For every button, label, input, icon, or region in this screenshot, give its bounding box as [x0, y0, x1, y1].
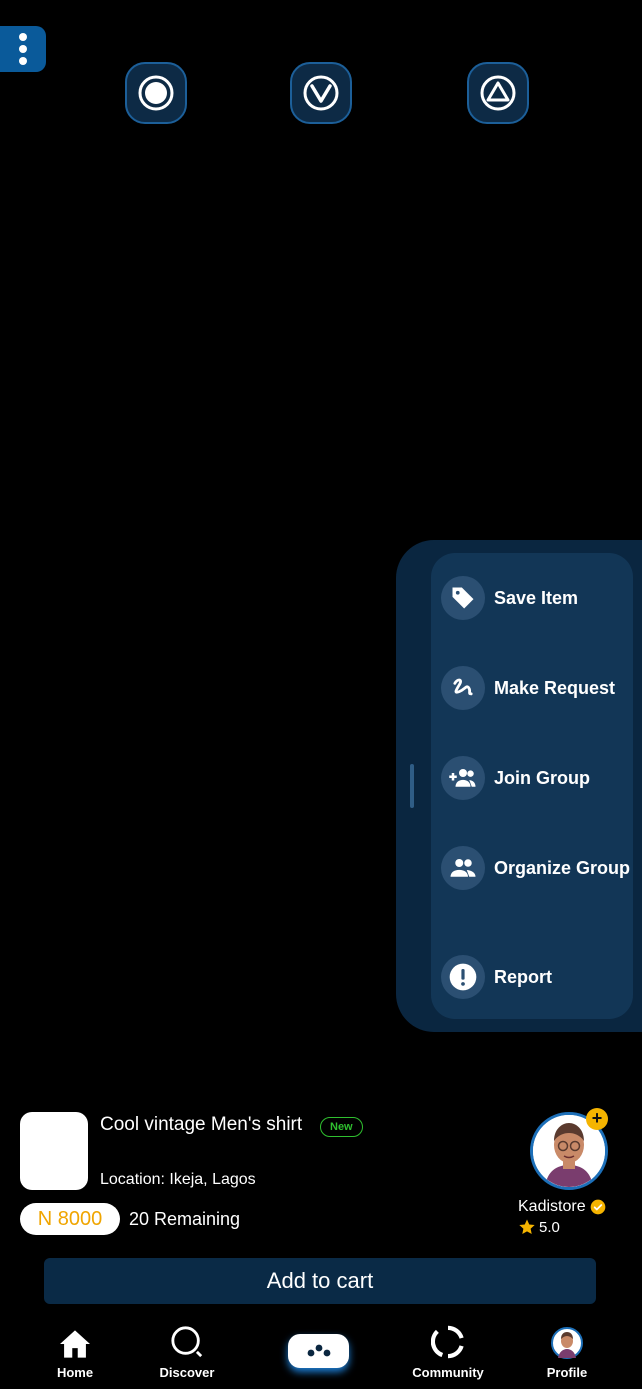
more-vertical-icon: [19, 33, 27, 65]
seller-name-row[interactable]: Kadistore: [518, 1198, 606, 1216]
rating-value: 5.0: [539, 1218, 560, 1236]
add-to-cart-button[interactable]: Add to cart: [44, 1258, 596, 1304]
make-request-label: Make Request: [494, 677, 616, 698]
record-icon: [138, 75, 174, 111]
nav-profile[interactable]: Profile: [512, 1319, 622, 1389]
nav-home[interactable]: Home: [20, 1319, 130, 1389]
product-location: Location: Ikeja, Lagos: [100, 1171, 256, 1188]
center-game-button[interactable]: [288, 1334, 349, 1368]
product-title: Cool vintage Men's shirt: [100, 1114, 303, 1135]
group-add-icon: [441, 756, 485, 800]
follow-plus-button[interactable]: +: [586, 1108, 608, 1130]
group-icon: [441, 846, 485, 890]
save-item-action[interactable]: Save Item: [441, 575, 578, 621]
organize-group-action[interactable]: Organize Group: [441, 845, 630, 891]
tag-icon: [441, 576, 485, 620]
organize-group-label: Organize Group: [494, 857, 631, 878]
alert-icon: [441, 955, 485, 999]
report-label: Report: [494, 966, 552, 987]
join-group-label: Join Group: [494, 767, 590, 788]
price-pill: N 8000: [20, 1203, 120, 1235]
verified-icon: [590, 1199, 605, 1215]
home-icon: [58, 1319, 92, 1359]
chevron-v-icon: [303, 75, 339, 111]
record-button[interactable]: [125, 62, 187, 124]
nav-discover[interactable]: Discover: [132, 1319, 242, 1389]
nav-community[interactable]: Community: [393, 1319, 503, 1389]
make-request-action[interactable]: Make Request: [441, 665, 615, 711]
triangle-icon: [480, 75, 516, 111]
save-item-label: Save Item: [494, 587, 579, 608]
search-icon: [170, 1319, 204, 1359]
product-thumbnail[interactable]: [20, 1112, 88, 1190]
join-group-action[interactable]: Join Group: [441, 755, 590, 801]
triangle-button[interactable]: [467, 62, 529, 124]
gamepad-icon: [307, 1344, 330, 1357]
panel-handle[interactable]: [410, 764, 414, 808]
squiggle-icon: [441, 666, 485, 710]
new-badge: New: [320, 1117, 363, 1137]
seller-rating: 5.0: [518, 1218, 560, 1236]
seller-name: Kadistore: [518, 1198, 586, 1215]
chevron-v-button[interactable]: [290, 62, 352, 124]
remaining-count: 20 Remaining: [129, 1209, 241, 1229]
nav-community-label: Community: [412, 1365, 484, 1380]
nav-discover-label: Discover: [159, 1365, 215, 1380]
more-menu-button[interactable]: [0, 26, 46, 72]
report-action[interactable]: Report: [441, 954, 552, 1000]
nav-home-label: Home: [56, 1365, 94, 1380]
star-icon: [519, 1219, 535, 1235]
avatar-icon: [551, 1319, 583, 1359]
community-icon: [431, 1319, 465, 1359]
nav-profile-label: Profile: [546, 1365, 588, 1380]
